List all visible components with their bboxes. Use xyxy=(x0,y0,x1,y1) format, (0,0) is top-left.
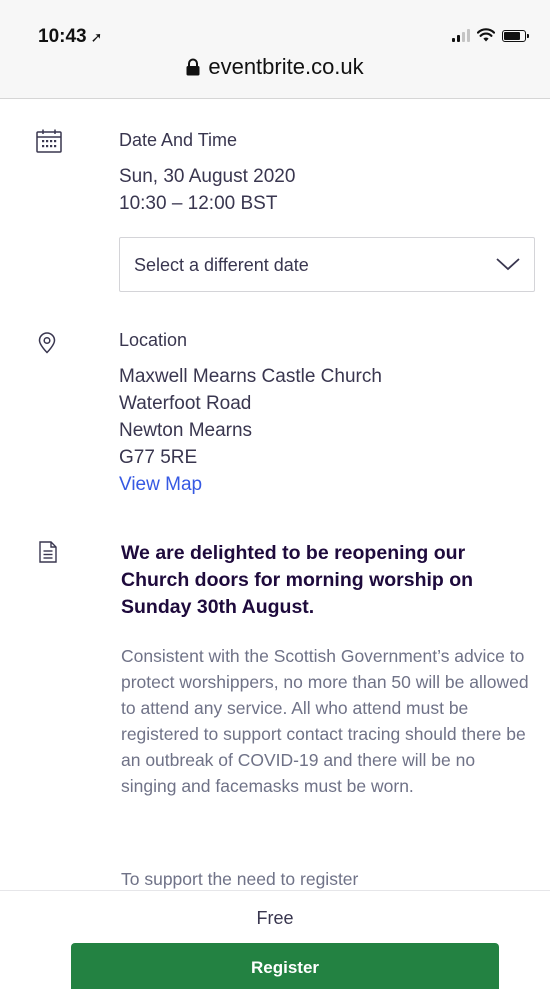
location-section: Location Maxwell Mearns Castle Church Wa… xyxy=(119,330,535,498)
register-footer: Free Register xyxy=(0,890,550,989)
select-date-label: Select a different date xyxy=(134,255,309,275)
status-time: 10:43 ➚ xyxy=(38,26,102,48)
view-map-link[interactable]: View Map xyxy=(119,471,535,498)
url-text: eventbrite.co.uk xyxy=(208,54,364,79)
status-time-text: 10:43 xyxy=(38,26,87,47)
cellular-signal-icon xyxy=(452,29,470,42)
battery-icon xyxy=(502,30,529,42)
address-line-2: Waterfoot Road xyxy=(119,393,252,414)
lock-icon xyxy=(186,58,200,76)
event-time: 10:30 – 12:00 BST xyxy=(119,193,278,214)
address-bar[interactable]: eventbrite.co.uk xyxy=(0,54,550,80)
date-time-heading: Date And Time xyxy=(119,130,238,150)
location-pin-icon xyxy=(38,332,56,354)
document-icon xyxy=(39,541,57,563)
chevron-down-icon xyxy=(496,258,520,271)
browser-top-bar: 10:43 ➚ eventbrite.co.uk xyxy=(0,0,550,99)
select-date-dropdown[interactable]: Select a different date xyxy=(119,237,535,292)
event-date: Sun, 30 August 2020 xyxy=(119,166,296,187)
description-body-cutoff: To support the need to register xyxy=(121,869,359,889)
calendar-icon xyxy=(36,129,62,153)
address-line-4: G77 5RE xyxy=(119,447,198,468)
register-button[interactable]: Register xyxy=(71,943,499,989)
address-line-1: Maxwell Mearns Castle Church xyxy=(119,366,382,387)
address-line-3: Newton Mearns xyxy=(119,420,253,441)
date-time-section: Date And Time Sun, 30 August 2020 10:30 … xyxy=(119,130,535,217)
status-icons xyxy=(452,28,529,42)
description-body: Consistent with the Scottish Government’… xyxy=(121,646,529,796)
wifi-icon xyxy=(477,28,495,42)
description-title: We are delighted to be reopening our Chu… xyxy=(121,542,474,618)
location-heading: Location xyxy=(119,330,188,350)
ticket-price: Free xyxy=(256,908,294,928)
location-arrow-icon: ➚ xyxy=(90,29,103,45)
